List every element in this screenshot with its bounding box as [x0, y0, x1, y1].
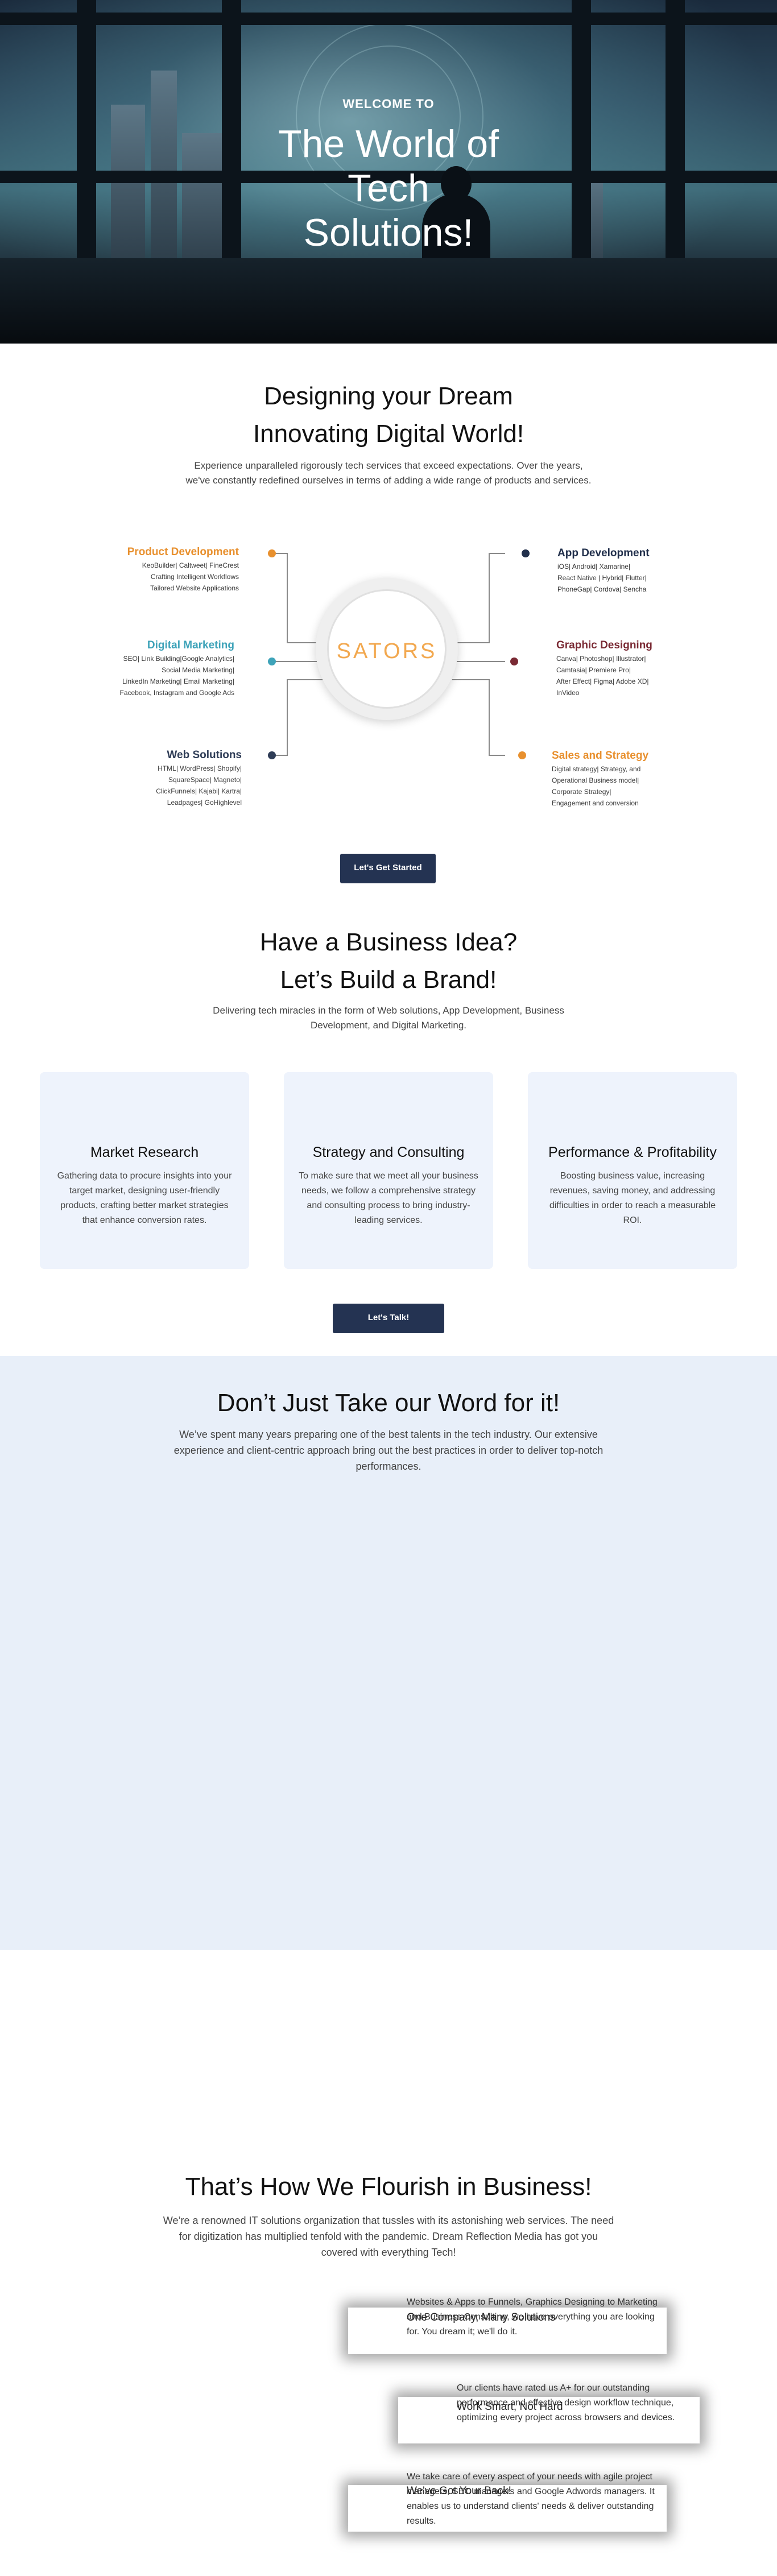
service-title: Graphic Designing — [556, 639, 652, 651]
lets-talk-button[interactable]: Let's Talk! — [333, 1304, 444, 1333]
service-line: React Native | Hybrid| Flutter| — [557, 574, 647, 582]
hero-kicker: WELCOME TO — [342, 97, 435, 111]
get-started-button[interactable]: Let's Get Started — [340, 854, 436, 883]
card-text: Boosting business value, increasing reve… — [549, 1171, 716, 1225]
feature-card-market-research: Market Research Gathering data to procur… — [40, 1072, 249, 1269]
testimonials-lead: We’ve spent many years preparing one of … — [173, 1429, 604, 1472]
service-title: App Development — [557, 547, 650, 559]
service-web-solutions: Web Solutions HTML| WordPress| Shopify| … — [82, 748, 242, 808]
card-title: Market Research — [90, 1144, 199, 1160]
service-title: Sales and Strategy — [552, 750, 649, 762]
connector-dot — [268, 658, 276, 665]
service-line: Social Media Marketing| — [162, 666, 234, 674]
dream-lead: Experience unparalleled rigorously tech … — [185, 460, 592, 486]
hero-title-line: The World of — [278, 122, 499, 166]
service-line: HTML| WordPress| Shopify| — [158, 764, 242, 772]
connector-line — [272, 553, 324, 643]
service-line: Engagement and conversion — [552, 799, 639, 807]
service-line: Leadpages| GoHighlevel — [167, 799, 242, 807]
card-title: Performance & Profitability — [548, 1144, 717, 1160]
brand-heading: Have a Business Idea? Let’s Build a Bran… — [0, 924, 777, 999]
service-line: LinkedIn Marketing| Email Marketing| — [122, 677, 234, 685]
hero-text: WELCOME TO The World of Tech Solutions! — [0, 97, 777, 255]
hero-desk — [0, 258, 777, 344]
connector-dot — [510, 658, 518, 665]
connector-dot — [268, 549, 276, 557]
testimonials-section: Don’t Just Take our Word for it! We’ve s… — [0, 1356, 777, 1950]
service-line: Digital strategy| Strategy, and — [552, 765, 641, 773]
service-line: SquareSpace| Magneto| — [168, 776, 242, 784]
flourish-heading: That’s How We Flourish in Business! — [185, 2173, 592, 2201]
service-line: Operational Business model| — [552, 776, 639, 784]
brand-heading-line: Have a Business Idea? — [259, 928, 518, 956]
service-graphic-designing: Graphic Designing Canva| Photoshop| Illu… — [556, 638, 716, 698]
service-line: Camtasia| Premiere Pro| — [556, 666, 631, 674]
connector-dot — [522, 549, 530, 557]
sators-logo: SATORS — [336, 639, 437, 663]
service-title: Product Development — [127, 546, 239, 558]
service-product-development: Product Development KeoBuilder| Caltweet… — [80, 545, 239, 594]
connector-dot — [268, 751, 276, 759]
service-line: Facebook, Instagram and Google Ads — [119, 689, 234, 697]
service-title: Digital Marketing — [147, 639, 234, 651]
dream-heading-line: Innovating Digital World! — [253, 420, 524, 448]
testimonials-heading: Don’t Just Take our Word for it! — [217, 1389, 560, 1417]
card-text: Gathering data to procure insights into … — [57, 1171, 232, 1225]
service-sales-strategy: Sales and Strategy Digital strategy| Str… — [552, 749, 711, 809]
service-line: After Effect| Figma| Adobe XD| — [556, 677, 649, 685]
service-line: KeoBuilder| Caltweet| FineCrest — [142, 561, 239, 569]
flourish-text: Our clients have rated us A+ for our out… — [457, 2383, 675, 2422]
window-frame — [0, 13, 777, 25]
feature-card-performance: Performance & Profitability Boosting bus… — [528, 1072, 737, 1269]
feature-card-strategy-consulting: Strategy and Consulting To make sure tha… — [284, 1072, 493, 1269]
service-line: Corporate Strategy| — [552, 788, 611, 796]
service-line: Crafting Intelligent Workflows — [150, 573, 239, 581]
flourish-text: Websites & Apps to Funnels, Graphics Des… — [407, 2297, 658, 2337]
service-line: Tailored Website Applications — [150, 584, 239, 592]
hero-title: The World of Tech Solutions! — [0, 122, 777, 255]
connector-line — [272, 679, 324, 756]
flourish-lead: We’re a renowned IT solutions organizati… — [163, 2215, 614, 2258]
connector-dot — [518, 751, 526, 759]
brand-heading-line: Let’s Build a Brand! — [280, 966, 497, 994]
brand-lead: Delivering tech miracles in the form of … — [213, 1005, 564, 1031]
dream-heading: Designing your Dream Innovating Digital … — [0, 378, 777, 453]
hero-title-line: Tech — [348, 167, 429, 210]
service-line: SEO| Link Building|Google Analytics| — [123, 655, 234, 663]
service-line: ClickFunnels| Kajabi| Kartra| — [156, 787, 242, 795]
flourish-text: We take care of every aspect of your nee… — [407, 2472, 655, 2526]
card-text: To make sure that we meet all your busin… — [299, 1171, 478, 1225]
service-line: InVideo — [556, 689, 580, 697]
connector-line — [452, 679, 505, 756]
dream-heading-line: Designing your Dream — [264, 382, 513, 410]
service-line: iOS| Android| Xamarine| — [557, 563, 631, 570]
hero-title-line: Solutions! — [303, 211, 474, 254]
service-digital-marketing: Digital Marketing SEO| Link Building|Goo… — [75, 638, 234, 698]
service-title: Web Solutions — [167, 749, 242, 761]
service-line: PhoneGap| Cordova| Sencha — [557, 585, 647, 593]
connector-line — [452, 553, 505, 643]
hero-banner: WELCOME TO The World of Tech Solutions! — [0, 0, 777, 344]
service-app-development: App Development iOS| Android| Xamarine| … — [557, 546, 717, 595]
service-line: Canva| Photoshop| Illustrator| — [556, 655, 646, 663]
card-title: Strategy and Consulting — [312, 1144, 465, 1160]
